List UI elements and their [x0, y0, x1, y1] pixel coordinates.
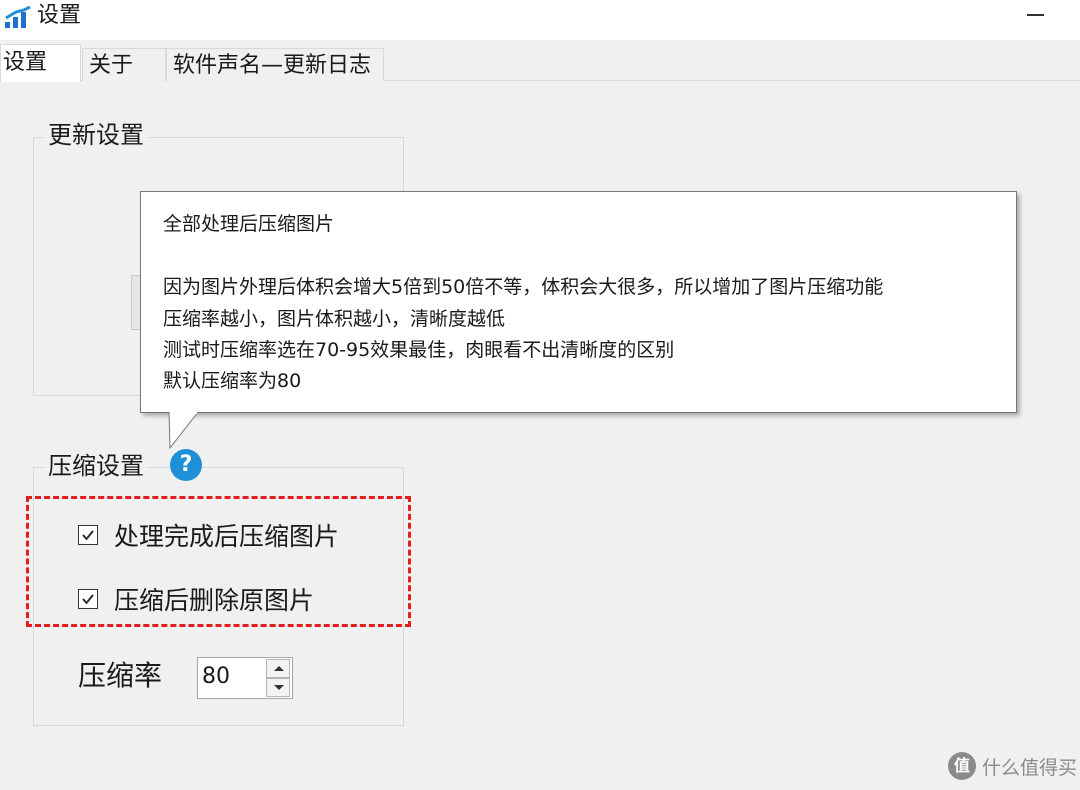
update-settings-title: 更新设置 [44, 120, 148, 150]
tab-about[interactable]: 关于 [82, 48, 166, 81]
watermark-logo-icon: 值 [948, 752, 976, 780]
minimize-button[interactable] [1010, 0, 1060, 32]
spin-down-button[interactable] [266, 678, 290, 697]
tooltip-heading: 全部处理后压缩图片 [163, 213, 335, 235]
compress-ratio-value[interactable]: 80 [202, 662, 230, 692]
window-title: 设置 [37, 3, 82, 28]
tooltip-line: 压缩率越小，图片体积越小，清晰度越低 [163, 308, 506, 330]
tooltip-line: 测试时压缩率选在70-95效果最佳，肉眼看不出清晰度的区别 [163, 339, 675, 361]
tooltip-line: 默认压缩率为80 [163, 370, 302, 392]
help-tooltip: 全部处理后压缩图片 因为图片外理后体积会增大5倍到50倍不等，体积会大很多，所以… [140, 191, 1017, 413]
spin-up-button[interactable] [266, 659, 290, 678]
signal-bars-icon [5, 6, 31, 28]
compress-settings-title: 压缩设置 [44, 451, 148, 481]
tab-changelog[interactable]: 软件声名—更新日志 [166, 48, 384, 81]
question-mark-icon[interactable]: ? [170, 449, 202, 481]
site-watermark: 值 什么值得买 [948, 752, 1077, 780]
tab-settings[interactable]: 设置 [0, 44, 81, 82]
compress-ratio-spinbox[interactable]: 80 [197, 657, 293, 699]
compress-ratio-label: 压缩率 [78, 659, 163, 692]
tooltip-pointer [168, 412, 199, 450]
title-bar: 设置 [0, 0, 1080, 40]
highlight-frame [26, 496, 411, 627]
watermark-text: 什么值得买 [982, 756, 1078, 779]
tooltip-line: 因为图片外理后体积会增大5倍到50倍不等，体积会大很多，所以增加了图片压缩功能 [163, 276, 884, 298]
